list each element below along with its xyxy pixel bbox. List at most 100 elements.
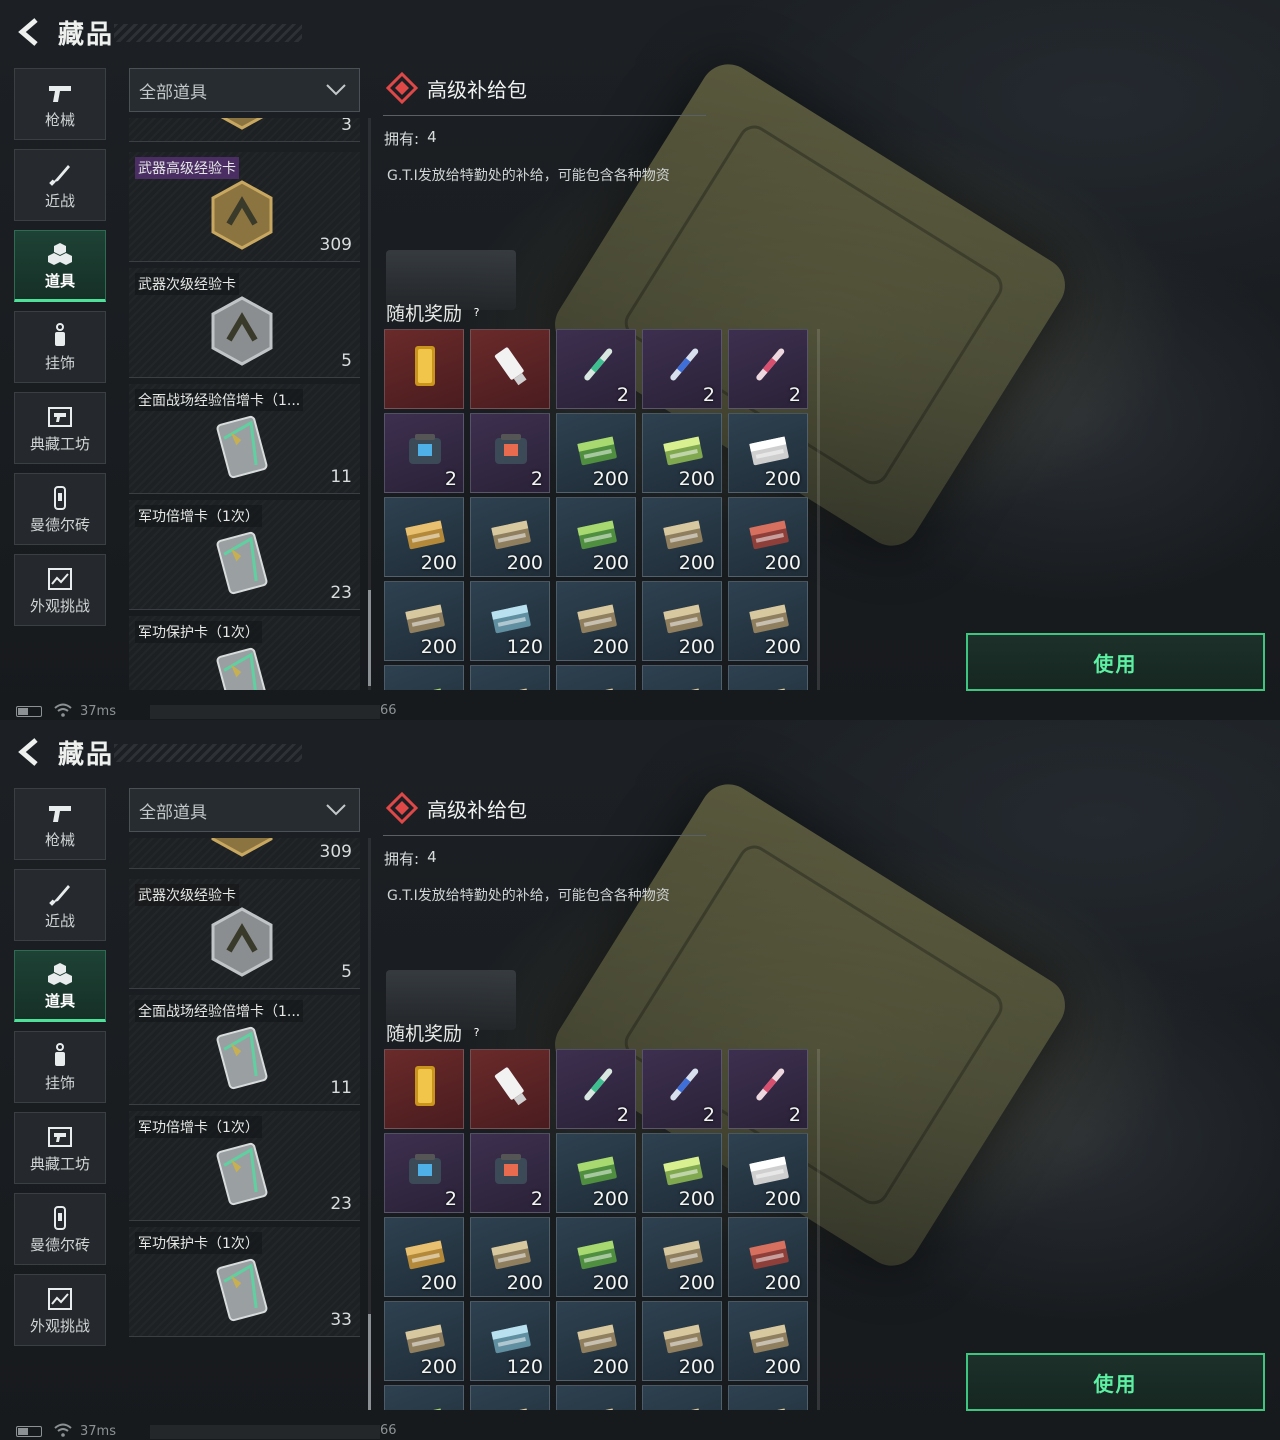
nav-item-cubes[interactable]: 道具 bbox=[14, 950, 106, 1022]
reward-cell[interactable]: 2 bbox=[556, 329, 636, 409]
reward-cell[interactable]: 200 bbox=[556, 497, 636, 577]
nav-item-workshop[interactable]: 典藏工坊 bbox=[14, 392, 106, 464]
help-icon[interactable]: ? bbox=[470, 306, 483, 319]
reward-cell[interactable] bbox=[470, 665, 550, 690]
reward-cell[interactable] bbox=[470, 1385, 550, 1410]
nav-item-mandel-brick[interactable]: 曼德尔砖 bbox=[14, 473, 106, 545]
knife-icon bbox=[45, 880, 75, 908]
reward-grid-scrollbar[interactable] bbox=[817, 329, 820, 690]
category-filter-dropdown[interactable]: 全部道具 bbox=[129, 68, 360, 112]
reward-quantity: 200 bbox=[592, 552, 629, 574]
reward-cell[interactable]: 200 bbox=[642, 581, 722, 661]
reward-cell[interactable]: 2 bbox=[728, 1049, 808, 1129]
list-item[interactable]: 军功倍增卡（1次） 23 bbox=[129, 1111, 360, 1221]
list-item[interactable]: 309 bbox=[129, 838, 360, 869]
reward-cell[interactable]: 2 bbox=[556, 1049, 636, 1129]
reward-cell[interactable] bbox=[470, 1049, 550, 1129]
nav-item-knife[interactable]: 近战 bbox=[14, 869, 106, 941]
reward-cell[interactable]: 200 bbox=[642, 413, 722, 493]
scrollbar-thumb[interactable] bbox=[368, 1314, 371, 1410]
reward-cell[interactable]: 200 bbox=[728, 1301, 808, 1381]
reward-cell[interactable]: 2 bbox=[384, 413, 464, 493]
reward-cell[interactable]: 200 bbox=[384, 1301, 464, 1381]
reward-cell[interactable]: 200 bbox=[556, 581, 636, 661]
scrollbar-thumb[interactable] bbox=[368, 590, 371, 686]
reward-cell[interactable]: 200 bbox=[556, 413, 636, 493]
list-item[interactable]: 全面战场经验倍增卡（1... 11 bbox=[129, 995, 360, 1105]
reward-cell[interactable] bbox=[384, 665, 464, 690]
list-item[interactable]: 武器次级经验卡 5 bbox=[129, 268, 360, 378]
list-item[interactable]: 军功倍增卡（1次） 23 bbox=[129, 500, 360, 610]
help-icon[interactable]: ? bbox=[470, 1026, 483, 1039]
reward-cell[interactable]: 200 bbox=[384, 497, 464, 577]
reward-quantity: 200 bbox=[764, 1356, 801, 1378]
nav-item-charm[interactable]: 挂饰 bbox=[14, 1031, 106, 1103]
nav-item-pistol[interactable]: 枪械 bbox=[14, 788, 106, 860]
nav-item-knife[interactable]: 近战 bbox=[14, 149, 106, 221]
back-arrow-icon[interactable] bbox=[14, 737, 44, 767]
reward-cell[interactable]: 2 bbox=[642, 1049, 722, 1129]
dropdown-selected-value: 全部道具 bbox=[139, 82, 207, 103]
reward-cell[interactable]: 200 bbox=[384, 581, 464, 661]
reward-cell[interactable]: 200 bbox=[642, 497, 722, 577]
reward-cell[interactable]: 2 bbox=[728, 329, 808, 409]
reward-cell[interactable]: 200 bbox=[556, 1217, 636, 1297]
reward-cell[interactable] bbox=[384, 1385, 464, 1410]
use-button[interactable]: 使用 bbox=[966, 1353, 1265, 1411]
reward-cell[interactable] bbox=[728, 665, 808, 690]
reward-cell[interactable] bbox=[384, 1049, 464, 1129]
reward-cell[interactable]: 200 bbox=[728, 497, 808, 577]
reward-cell[interactable] bbox=[642, 665, 722, 690]
nav-item-workshop[interactable]: 典藏工坊 bbox=[14, 1112, 106, 1184]
reward-cell[interactable] bbox=[470, 329, 550, 409]
reward-cell[interactable]: 200 bbox=[470, 1217, 550, 1297]
reward-cell[interactable]: 2 bbox=[384, 1133, 464, 1213]
reward-grid-scrollbar[interactable] bbox=[817, 1049, 820, 1410]
nav-item-cubes[interactable]: 道具 bbox=[14, 230, 106, 302]
reward-cell[interactable]: 200 bbox=[728, 1133, 808, 1213]
list-item[interactable]: 武器次级经验卡 5 bbox=[129, 879, 360, 989]
reward-cell[interactable]: 120 bbox=[470, 581, 550, 661]
nav-item-appearance-challenge[interactable]: 外观挑战 bbox=[14, 554, 106, 626]
nav-item-mandel-brick[interactable]: 曼德尔砖 bbox=[14, 1193, 106, 1265]
list-item[interactable]: 3 bbox=[129, 118, 360, 142]
reward-cell[interactable]: 2 bbox=[470, 413, 550, 493]
category-filter-dropdown[interactable]: 全部道具 bbox=[129, 788, 360, 832]
reward-cell[interactable]: 120 bbox=[470, 1301, 550, 1381]
reward-cell[interactable] bbox=[384, 329, 464, 409]
reward-cell[interactable]: 200 bbox=[556, 1133, 636, 1213]
use-button[interactable]: 使用 bbox=[966, 633, 1265, 691]
reward-cell[interactable]: 200 bbox=[728, 1217, 808, 1297]
ammo-box-tan-icon bbox=[745, 678, 793, 690]
nav-item-pistol[interactable]: 枪械 bbox=[14, 68, 106, 140]
item-count: 23 bbox=[330, 583, 352, 603]
nav-item-appearance-challenge[interactable]: 外观挑战 bbox=[14, 1274, 106, 1346]
reward-cell[interactable]: 200 bbox=[470, 497, 550, 577]
item-list-scrollbar[interactable] bbox=[368, 118, 371, 690]
hexagon-badge-icon bbox=[209, 294, 275, 368]
reward-cell[interactable]: 200 bbox=[728, 581, 808, 661]
item-list-scrollbar[interactable] bbox=[368, 838, 371, 1410]
ammo-box-tan-icon bbox=[745, 594, 793, 642]
back-arrow-icon[interactable] bbox=[14, 17, 44, 47]
reward-cell[interactable]: 200 bbox=[384, 1217, 464, 1297]
reward-cell[interactable]: 2 bbox=[642, 329, 722, 409]
reward-cell[interactable]: 200 bbox=[556, 1301, 636, 1381]
list-item[interactable]: 军功保护卡（1次） 33 bbox=[129, 1227, 360, 1337]
reward-cell[interactable]: 200 bbox=[642, 1217, 722, 1297]
reward-cell[interactable]: 2 bbox=[470, 1133, 550, 1213]
list-item[interactable]: 军功保护卡（1次） bbox=[129, 616, 360, 690]
reward-cell[interactable]: 200 bbox=[642, 1133, 722, 1213]
status-blurred-region bbox=[150, 705, 380, 719]
page-title: 藏品 bbox=[58, 19, 115, 50]
nav-item-label: 道具 bbox=[44, 991, 75, 1010]
reward-cell[interactable] bbox=[556, 1385, 636, 1410]
list-item[interactable]: 全面战场经验倍增卡（1... 11 bbox=[129, 384, 360, 494]
list-item[interactable]: 武器高级经验卡 309 bbox=[129, 152, 360, 262]
reward-cell[interactable]: 200 bbox=[728, 413, 808, 493]
nav-item-charm[interactable]: 挂饰 bbox=[14, 311, 106, 383]
reward-cell[interactable] bbox=[728, 1385, 808, 1410]
reward-cell[interactable]: 200 bbox=[642, 1301, 722, 1381]
reward-cell[interactable] bbox=[556, 665, 636, 690]
reward-cell[interactable] bbox=[642, 1385, 722, 1410]
